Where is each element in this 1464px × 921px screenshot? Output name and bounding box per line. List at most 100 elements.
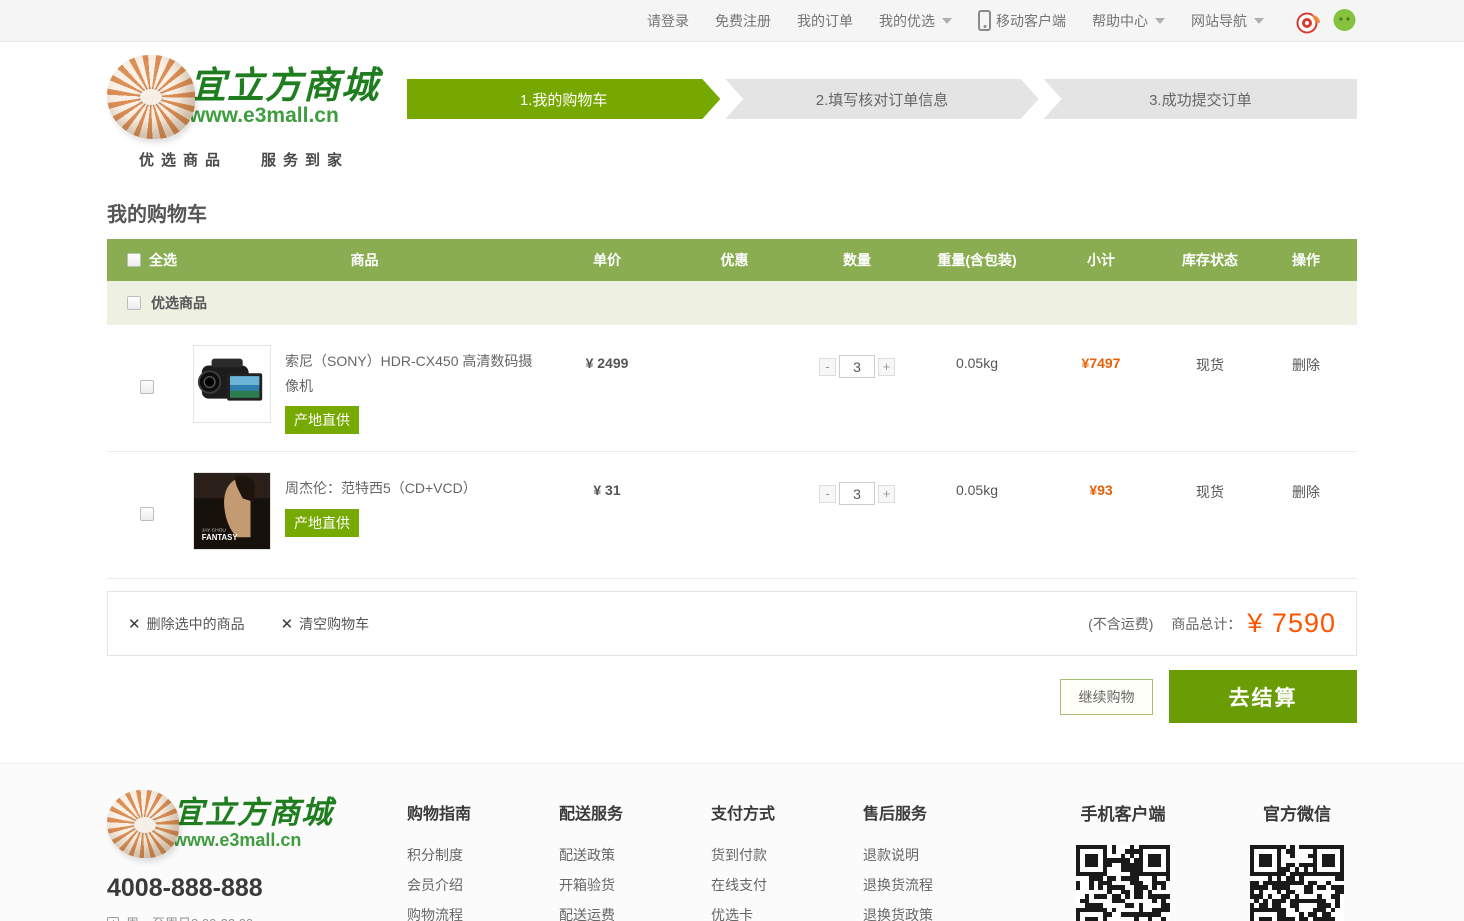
cart-summary-bar: ✕ 删除选中的商品 ✕ 清空购物车 (不含运费) 商品总计： ¥ 7590 (107, 591, 1357, 656)
col-quantity: 数量 (797, 250, 917, 270)
step-order-info: 2.填写核对订单信息 (725, 79, 1038, 119)
item-checkbox[interactable] (140, 507, 154, 521)
footer-link[interactable]: 配送政策 (559, 840, 711, 870)
clear-cart-button[interactable]: ✕ 清空购物车 (281, 614, 370, 634)
qty-plus-button[interactable]: + (878, 358, 895, 376)
discount-value (672, 325, 797, 355)
site-header: 宜立方商城 www.e3mall.cn 优选商品 服务到家 1.我的购物车 2.… (0, 42, 1464, 180)
origin-supply-badge: 产地直供 (285, 509, 359, 537)
product-image-album[interactable]: JAY CHOU FANTASY (193, 472, 271, 550)
footer-link[interactable]: 退换货流程 (863, 870, 1015, 900)
service-hours: 周一至周日8:00-22:00 (126, 913, 253, 921)
service-phone: 4008-888-888 (107, 874, 407, 903)
col-stock: 库存状态 (1165, 250, 1255, 270)
wechat-qr-code (1250, 845, 1344, 921)
footer-column-shopping-guide: 购物指南 积分制度 会员介绍 购物流程 常见问题 (407, 790, 559, 921)
login-link[interactable]: 请登录 (647, 11, 689, 31)
close-icon: ✕ (281, 615, 294, 633)
logo-slogan: 优选商品 服务到家 (107, 149, 407, 170)
footer-logo[interactable]: 宜立方商城 www.e3mall.cn (107, 790, 407, 858)
footer-link[interactable]: 退款说明 (863, 840, 1015, 870)
col-subtotal: 小计 (1037, 250, 1165, 270)
stock-status: 现货 (1165, 452, 1255, 502)
group-checkbox[interactable] (127, 296, 141, 310)
delete-selected-button[interactable]: ✕ 删除选中的商品 (128, 614, 245, 634)
logo-url: www.e3mall.cn (189, 104, 379, 128)
logo[interactable]: 宜立方商城 www.e3mall.cn 优选商品 服务到家 (107, 55, 407, 170)
slogan-right: 服务到家 (261, 149, 349, 170)
item-checkbox[interactable] (140, 380, 154, 394)
table-row: 索尼（SONY）HDR-CX450 高清数码摄像机 产地直供 ¥ 2499 - … (107, 325, 1357, 452)
footer-link[interactable]: 货到付款 (711, 840, 863, 870)
footer-link[interactable]: 积分制度 (407, 840, 559, 870)
footer-logo-title: 宜立方商城 (173, 797, 333, 830)
my-picks-menu[interactable]: 我的优选 (879, 11, 952, 31)
page-title: 我的购物车 (107, 198, 1357, 227)
checkout-button[interactable]: 去结算 (1169, 670, 1357, 723)
mobile-app-qr-label: 手机客户端 (1063, 800, 1183, 825)
product-name[interactable]: 索尼（SONY）HDR-CX450 高清数码摄像机 (285, 349, 542, 398)
qty-input[interactable] (839, 482, 875, 505)
clear-cart-label: 清空购物车 (299, 614, 369, 634)
total-label: 商品总计： (1171, 614, 1241, 634)
unit-price: ¥ 31 (542, 452, 672, 498)
chevron-down-icon (1155, 18, 1165, 24)
col-unit-price: 单价 (542, 250, 672, 270)
quantity-stepper: - + (819, 482, 895, 505)
topbar: 请登录 免费注册 我的订单 我的优选 移动客户端 帮助中心 网站导航 (0, 0, 1464, 42)
col-discount: 优惠 (672, 250, 797, 270)
cart-table-header: 全选 商品 单价 优惠 数量 重量(含包装) 小计 库存状态 操作 (107, 239, 1357, 281)
mobile-app-qr-code (1076, 845, 1170, 921)
footer-link[interactable]: 会员介绍 (407, 870, 559, 900)
site-nav-label: 网站导航 (1191, 11, 1247, 31)
phone-icon (978, 10, 991, 31)
album-cover-line2: FANTASY (202, 533, 239, 542)
table-row: JAY CHOU FANTASY 周杰伦：范特西5（CD+VCD） 产地直供 ¥… (107, 452, 1357, 579)
delete-item-link[interactable]: 删除 (1255, 452, 1357, 502)
my-orders-link[interactable]: 我的订单 (797, 11, 853, 31)
delete-item-link[interactable]: 删除 (1255, 325, 1357, 375)
qty-minus-button[interactable]: - (819, 358, 836, 376)
clock-icon (107, 917, 119, 921)
continue-shopping-button[interactable]: 继续购物 (1060, 679, 1153, 715)
item-subtotal: ¥93 (1037, 452, 1165, 498)
qty-minus-button[interactable]: - (819, 485, 836, 503)
register-link[interactable]: 免费注册 (715, 11, 771, 31)
qty-plus-button[interactable]: + (878, 485, 895, 503)
item-weight: 0.05kg (917, 452, 1037, 498)
stock-status: 现货 (1165, 325, 1255, 375)
quantity-stepper: - + (819, 355, 895, 378)
footer-link[interactable]: 退换货政策 (863, 900, 1015, 921)
col-weight: 重量(含包装) (917, 250, 1037, 270)
unit-price: ¥ 2499 (542, 325, 672, 371)
col-action: 操作 (1255, 250, 1357, 270)
footer-link[interactable]: 购物流程 (407, 900, 559, 921)
cart-group-row: 优选商品 (107, 281, 1357, 325)
mobile-client-link[interactable]: 移动客户端 (978, 10, 1066, 31)
select-all-checkbox[interactable] (127, 253, 141, 267)
product-image-camcorder[interactable] (193, 345, 271, 423)
logo-title: 宜立方商城 (189, 66, 379, 105)
delete-selected-label: 删除选中的商品 (147, 614, 245, 634)
col-product: 商品 (187, 250, 542, 270)
wechat-icon[interactable] (1332, 8, 1357, 33)
group-label: 优选商品 (151, 293, 207, 313)
site-nav-menu[interactable]: 网站导航 (1191, 11, 1264, 31)
nautilus-shell-logo-image (107, 790, 179, 858)
item-subtotal: ¥7497 (1037, 325, 1165, 371)
total-value: ¥ 7590 (1247, 608, 1336, 639)
origin-supply-badge: 产地直供 (285, 406, 359, 434)
footer-link[interactable]: 开箱验货 (559, 870, 711, 900)
product-name[interactable]: 周杰伦：范特西5（CD+VCD） (285, 476, 477, 501)
weibo-icon[interactable] (1296, 8, 1322, 34)
my-picks-label: 我的优选 (879, 11, 935, 31)
footer-logo-url: www.e3mall.cn (173, 830, 333, 851)
help-center-menu[interactable]: 帮助中心 (1092, 11, 1165, 31)
footer-link[interactable]: 配送运费 (559, 900, 711, 921)
discount-value (672, 452, 797, 482)
help-center-label: 帮助中心 (1092, 11, 1148, 31)
qty-input[interactable] (839, 355, 875, 378)
footer-link[interactable]: 优选卡 (711, 900, 863, 921)
checkout-steps: 1.我的购物车 2.填写核对订单信息 3.成功提交订单 (407, 79, 1357, 119)
footer-link[interactable]: 在线支付 (711, 870, 863, 900)
